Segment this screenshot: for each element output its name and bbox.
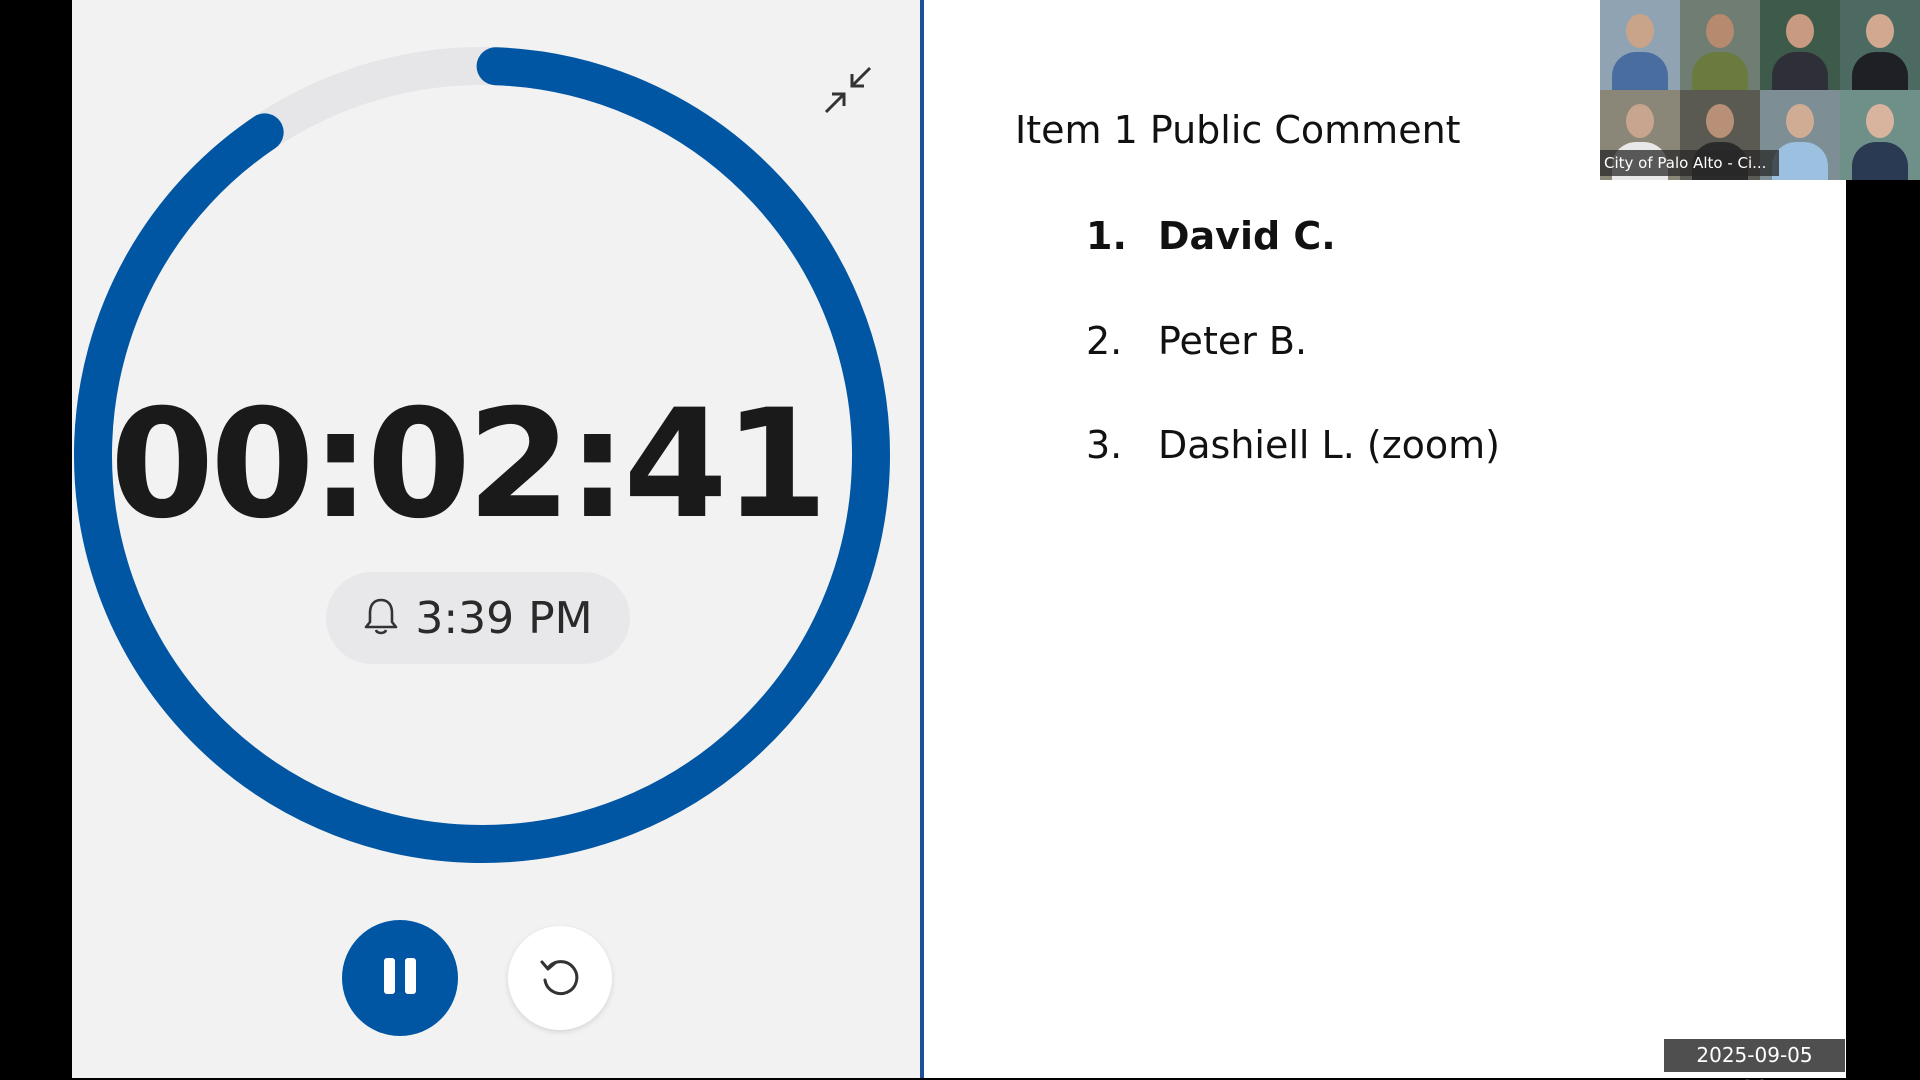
slide-title: Item 1 Public Comment — [1015, 108, 1461, 152]
alarm-time-badge: 3:39 PM — [326, 572, 630, 664]
participant-video-tile[interactable] — [1600, 0, 1680, 90]
speaker-name: Peter B. — [1158, 319, 1308, 363]
participant-video-tile[interactable] — [1840, 90, 1920, 180]
speaker-name: Dashiell L. (zoom) — [1158, 423, 1500, 467]
list-number: 2. — [1086, 319, 1123, 363]
video-tile-caption: City of Palo Alto - Ci... — [1600, 150, 1779, 176]
collapse-arrows-icon[interactable] — [820, 62, 876, 118]
speaker-list-item: 2. Peter B. — [1086, 319, 1307, 363]
list-number: 3. — [1086, 423, 1123, 467]
pause-button[interactable] — [342, 920, 458, 1036]
speaker-list-item: 1. David C. — [1086, 214, 1336, 258]
reset-button[interactable] — [508, 926, 612, 1030]
timer-panel: 00:02:41 3:39 PM — [72, 0, 920, 1078]
screen: 00:02:41 3:39 PM Item 1 Public Comment 1… — [0, 0, 1920, 1080]
participant-video-tile[interactable] — [1840, 0, 1920, 90]
participant-video-tile[interactable] — [1760, 0, 1840, 90]
list-number: 1. — [1086, 214, 1127, 258]
speaker-list-item: 3. Dashiell L. (zoom) — [1086, 423, 1500, 467]
timestamp-overlay: 2025-09-05 15:36:47 — [1664, 1039, 1845, 1080]
pause-icon — [378, 954, 422, 1003]
participant-video-tile[interactable] — [1680, 0, 1760, 90]
speaker-name: David C. — [1158, 214, 1336, 258]
countdown-display: 00:02:41 — [109, 378, 828, 552]
reset-icon — [536, 952, 584, 1005]
alarm-time-label: 3:39 PM — [415, 592, 593, 644]
bell-icon — [363, 596, 399, 641]
